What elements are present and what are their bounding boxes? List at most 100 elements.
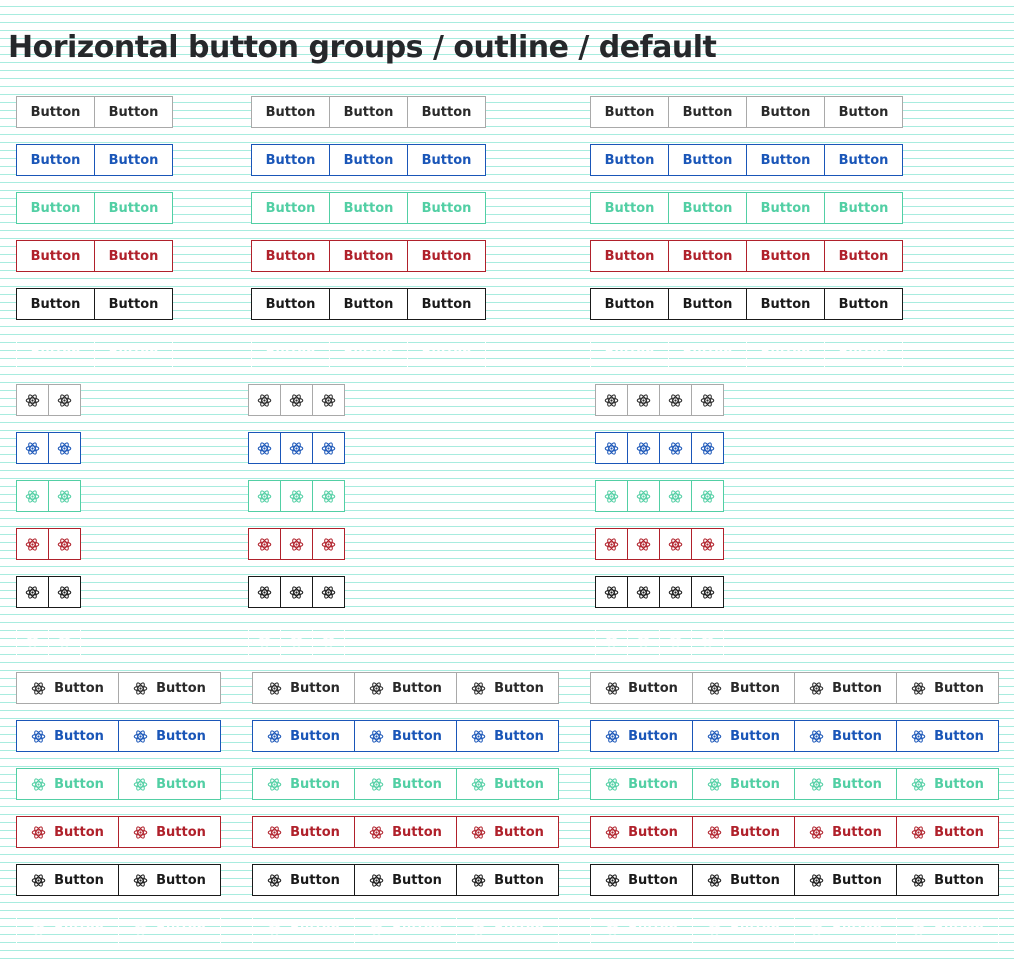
button[interactable]: Button	[590, 240, 669, 272]
icon-button[interactable]	[627, 432, 660, 464]
icon-button[interactable]	[48, 624, 81, 656]
button[interactable]: Button	[16, 240, 95, 272]
button[interactable]: Button	[252, 720, 355, 752]
icon-button[interactable]	[248, 432, 281, 464]
icon-button[interactable]	[659, 480, 692, 512]
button[interactable]: Button	[794, 672, 897, 704]
icon-button[interactable]	[248, 624, 281, 656]
button[interactable]: Button	[896, 912, 999, 944]
icon-button[interactable]	[312, 432, 345, 464]
button[interactable]: Button	[590, 816, 693, 848]
button[interactable]: Button	[354, 816, 457, 848]
button[interactable]: Button	[407, 288, 486, 320]
button[interactable]: Button	[794, 864, 897, 896]
button[interactable]: Button	[118, 912, 221, 944]
button[interactable]: Button	[746, 96, 825, 128]
button[interactable]: Button	[118, 720, 221, 752]
icon-button[interactable]	[627, 384, 660, 416]
button[interactable]: Button	[252, 816, 355, 848]
button[interactable]: Button	[407, 144, 486, 176]
button[interactable]: Button	[118, 816, 221, 848]
icon-button[interactable]	[48, 480, 81, 512]
button[interactable]: Button	[668, 96, 747, 128]
button[interactable]: Button	[668, 144, 747, 176]
icon-button[interactable]	[280, 624, 313, 656]
button[interactable]: Button	[329, 144, 408, 176]
button[interactable]: Button	[824, 192, 903, 224]
button[interactable]: Button	[407, 240, 486, 272]
button[interactable]: Button	[456, 864, 559, 896]
button[interactable]: Button	[16, 288, 95, 320]
icon-button[interactable]	[48, 384, 81, 416]
icon-button[interactable]	[595, 432, 628, 464]
icon-button[interactable]	[16, 384, 49, 416]
button[interactable]: Button	[251, 288, 330, 320]
button[interactable]: Button	[251, 96, 330, 128]
icon-button[interactable]	[248, 528, 281, 560]
icon-button[interactable]	[16, 624, 49, 656]
button[interactable]: Button	[456, 912, 559, 944]
button[interactable]: Button	[590, 912, 693, 944]
icon-button[interactable]	[48, 432, 81, 464]
button[interactable]: Button	[896, 672, 999, 704]
icon-button[interactable]	[16, 528, 49, 560]
button[interactable]: Button	[590, 672, 693, 704]
button[interactable]: Button	[824, 144, 903, 176]
button[interactable]: Button	[329, 288, 408, 320]
icon-button[interactable]	[280, 480, 313, 512]
button[interactable]: Button	[824, 288, 903, 320]
icon-button[interactable]	[595, 528, 628, 560]
icon-button[interactable]	[280, 384, 313, 416]
button[interactable]: Button	[456, 672, 559, 704]
button[interactable]: Button	[16, 864, 119, 896]
icon-button[interactable]	[659, 384, 692, 416]
button[interactable]: Button	[16, 144, 95, 176]
icon-button[interactable]	[48, 528, 81, 560]
button[interactable]: Button	[354, 912, 457, 944]
button[interactable]: Button	[94, 192, 173, 224]
icon-button[interactable]	[627, 576, 660, 608]
icon-button[interactable]	[16, 480, 49, 512]
button[interactable]: Button	[896, 768, 999, 800]
button[interactable]: Button	[251, 240, 330, 272]
button[interactable]: Button	[824, 240, 903, 272]
icon-button[interactable]	[280, 432, 313, 464]
icon-button[interactable]	[312, 624, 345, 656]
button[interactable]: Button	[746, 144, 825, 176]
icon-button[interactable]	[248, 384, 281, 416]
button[interactable]: Button	[407, 192, 486, 224]
icon-button[interactable]	[312, 576, 345, 608]
icon-button[interactable]	[280, 576, 313, 608]
button[interactable]: Button	[252, 768, 355, 800]
button[interactable]: Button	[329, 192, 408, 224]
icon-button[interactable]	[48, 576, 81, 608]
button[interactable]: Button	[16, 912, 119, 944]
button[interactable]: Button	[407, 336, 486, 368]
icon-button[interactable]	[659, 624, 692, 656]
button[interactable]: Button	[794, 912, 897, 944]
button[interactable]: Button	[692, 912, 795, 944]
icon-button[interactable]	[627, 480, 660, 512]
button[interactable]: Button	[16, 336, 95, 368]
icon-button[interactable]	[595, 576, 628, 608]
icon-button[interactable]	[627, 528, 660, 560]
icon-button[interactable]	[248, 480, 281, 512]
button[interactable]: Button	[692, 672, 795, 704]
button[interactable]: Button	[746, 288, 825, 320]
button[interactable]: Button	[118, 864, 221, 896]
icon-button[interactable]	[16, 432, 49, 464]
button[interactable]: Button	[456, 768, 559, 800]
button[interactable]: Button	[590, 336, 669, 368]
button[interactable]: Button	[668, 192, 747, 224]
button[interactable]: Button	[354, 720, 457, 752]
icon-button[interactable]	[691, 528, 724, 560]
button[interactable]: Button	[746, 192, 825, 224]
button[interactable]: Button	[16, 192, 95, 224]
button[interactable]: Button	[16, 672, 119, 704]
button[interactable]: Button	[456, 720, 559, 752]
icon-button[interactable]	[691, 432, 724, 464]
icon-button[interactable]	[595, 384, 628, 416]
button[interactable]: Button	[794, 768, 897, 800]
button[interactable]: Button	[252, 864, 355, 896]
button[interactable]: Button	[16, 768, 119, 800]
